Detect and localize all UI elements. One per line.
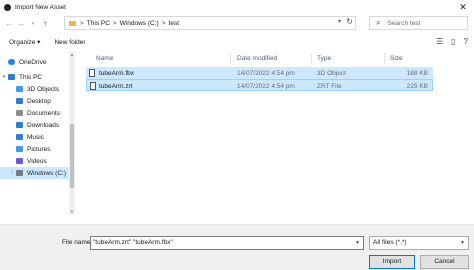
nav-item-label: Windows (C:) [27, 169, 67, 177]
computer-icon [8, 74, 15, 80]
file-name-label: File name: [62, 239, 93, 246]
column-header-name[interactable]: Name [96, 55, 113, 62]
help-icon[interactable]: ? [464, 37, 468, 46]
cloud-icon [8, 59, 15, 65]
chevron-down-icon[interactable]: ▾ [338, 18, 341, 25]
nav-item-music[interactable]: Music [0, 131, 69, 143]
nav-item-videos[interactable]: Videos [0, 155, 69, 167]
navigation-pane: OneDrive ▾ This PC 3D Objects Desktop Do… [0, 52, 69, 215]
import-button[interactable]: Import [369, 255, 415, 269]
table-row[interactable]: tubeArm.zrt 14/07/2022 4:54 pm ZRT File … [86, 79, 433, 91]
command-bar: Organize ▾ New folder ☰ ▯ ? [0, 35, 474, 49]
file-date: 14/07/2022 4:54 pm [237, 82, 295, 90]
folder-icon [69, 20, 76, 26]
scroll-down-icon[interactable]: ▼ [69, 209, 75, 215]
new-folder-button[interactable]: New folder [54, 39, 85, 46]
cube-icon [16, 86, 23, 92]
file-name-field[interactable]: "tubeArm.zrt" "tubeArm.fbx" ▼ [90, 236, 364, 250]
forward-arrow-icon[interactable]: → [15, 17, 27, 31]
breadcrumb-windows-c[interactable]: Windows (C:) [120, 20, 159, 27]
nav-item-3d-objects[interactable]: 3D Objects [0, 83, 69, 95]
nav-item-label: Videos [27, 157, 47, 165]
file-icon [89, 69, 95, 77]
file-name-value: "tubeArm.zrt" "tubeArm.fbx" [93, 239, 173, 246]
nav-item-label: Music [27, 133, 44, 141]
nav-item-windows-c[interactable]: › Windows (C:) [0, 167, 69, 179]
nav-item-label: 3D Objects [27, 85, 60, 93]
file-size: 188 KB [406, 69, 428, 77]
address-bar[interactable]: > This PC > Windows (C:) > test ▾ ↻ [64, 16, 356, 30]
documents-icon [16, 110, 23, 116]
file-icon [90, 82, 96, 90]
nav-item-label: This PC [19, 73, 43, 81]
nav-item-onedrive[interactable]: OneDrive [0, 56, 69, 68]
close-icon[interactable]: ✕ [456, 2, 470, 12]
download-icon [16, 122, 23, 128]
column-header-date[interactable]: Date modified [237, 55, 277, 62]
desktop-icon [16, 98, 23, 104]
scroll-up-icon[interactable]: ▲ [69, 52, 75, 58]
recent-locations-icon[interactable]: ▾ [27, 17, 39, 31]
column-header-size[interactable]: Size [390, 55, 403, 62]
chevron-down-icon[interactable]: ▼ [355, 237, 360, 249]
scroll-thumb[interactable] [70, 124, 74, 188]
music-icon [16, 134, 23, 140]
nav-item-label: Documents [27, 109, 60, 117]
cancel-button[interactable]: Cancel [420, 255, 469, 269]
up-arrow-icon[interactable]: ↑ [39, 17, 51, 31]
column-divider [311, 53, 312, 64]
file-type-value: All files (*.*) [373, 239, 407, 246]
file-list: Name Date modified Type Size tubeArm.fbx… [79, 52, 474, 215]
file-name: tubeArm.fbx [99, 69, 135, 77]
nav-item-desktop[interactable]: Desktop [0, 95, 69, 107]
drive-icon [16, 170, 23, 176]
nav-item-label: OneDrive [19, 58, 47, 66]
expand-chevron-icon[interactable]: › [8, 170, 16, 176]
nav-item-pictures[interactable]: Pictures [0, 143, 69, 155]
nav-scrollbar[interactable]: ▲ ▼ [69, 52, 75, 215]
title-bar: Import New Asset ✕ [0, 0, 474, 14]
breadcrumb-this-pc[interactable]: This PC [87, 20, 110, 27]
chevron-down-icon: ▼ [460, 240, 465, 246]
file-name: tubeArm.zrt [99, 82, 133, 90]
breadcrumb-test[interactable]: test [169, 20, 179, 27]
videos-icon [16, 158, 23, 164]
column-headers: Name Date modified Type Size [79, 52, 474, 65]
column-divider [384, 53, 385, 64]
search-placeholder: Search test [387, 19, 421, 27]
refresh-icon[interactable]: ↻ [346, 17, 353, 26]
address-row: ← → ▾ ↑ > This PC > Windows (C:) > test … [0, 15, 474, 32]
nav-item-label: Desktop [27, 97, 51, 105]
file-size: 225 KB [406, 82, 428, 90]
nav-item-downloads[interactable]: Downloads [0, 119, 69, 131]
file-type-select[interactable]: All files (*.*) ▼ [369, 236, 469, 250]
nav-item-this-pc[interactable]: ▾ This PC [0, 71, 69, 83]
pictures-icon [16, 146, 23, 152]
file-type: 3D Object [317, 69, 346, 77]
organize-button[interactable]: Organize ▾ [9, 38, 40, 46]
file-type: ZRT File [317, 82, 342, 90]
window-title: Import New Asset [15, 3, 66, 11]
breadcrumb-separator: > [80, 19, 84, 27]
view-options-icon[interactable]: ☰ [436, 37, 443, 46]
dialog-footer: File name: "tubeArm.zrt" "tubeArm.fbx" ▼… [0, 224, 474, 270]
breadcrumb-separator: > [161, 19, 166, 27]
expand-chevron-icon[interactable]: ▾ [0, 74, 8, 80]
nav-item-label: Downloads [27, 121, 60, 129]
table-row[interactable]: tubeArm.fbx 14/07/2022 4:54 pm 3D Object… [86, 67, 433, 79]
nav-item-documents[interactable]: Documents [0, 107, 69, 119]
column-divider [230, 53, 231, 64]
column-header-type[interactable]: Type [317, 55, 331, 62]
breadcrumb-separator: > [112, 19, 117, 27]
preview-pane-icon[interactable]: ▯ [451, 37, 455, 46]
unity-app-icon [4, 3, 11, 11]
file-date: 14/07/2022 4:54 pm [237, 69, 295, 77]
back-arrow-icon[interactable]: ← [3, 17, 15, 31]
search-icon: ⌕ [376, 18, 381, 27]
search-input[interactable]: ⌕ Search test [369, 16, 468, 30]
nav-item-label: Pictures [27, 145, 51, 153]
